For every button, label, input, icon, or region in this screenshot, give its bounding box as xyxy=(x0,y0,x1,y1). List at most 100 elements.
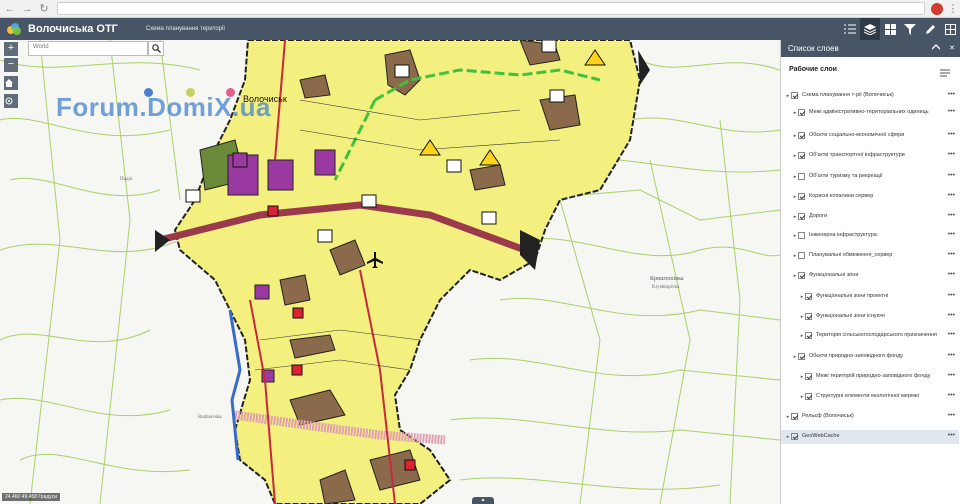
measure-icon xyxy=(944,23,956,35)
collapse-panel-icon[interactable] xyxy=(928,40,944,57)
legend-button[interactable] xyxy=(840,18,860,40)
zoom-out-button[interactable]: − xyxy=(4,58,18,72)
widget-toolbar xyxy=(840,18,960,40)
layer-label: GeoWebCache xyxy=(802,433,840,439)
layer-more-icon[interactable]: ••• xyxy=(941,271,955,278)
address-bar[interactable] xyxy=(56,2,926,15)
layer-visibility-checkbox[interactable] xyxy=(798,152,805,159)
layer-more-icon[interactable]: ••• xyxy=(941,251,955,258)
watermark-dot xyxy=(144,88,153,97)
layer-row[interactable]: ▸ Об'єкти транспортної інфраструктури ••• xyxy=(781,149,959,163)
layer-more-icon[interactable]: ••• xyxy=(941,212,955,219)
layer-more-icon[interactable]: ••• xyxy=(941,108,955,115)
layer-row[interactable]: ▸ GeoWebCache ••• xyxy=(781,430,959,444)
layer-row[interactable]: ▸ Функціональні зони ••• xyxy=(781,269,959,283)
layer-more-icon[interactable]: ••• xyxy=(941,412,955,419)
layer-row[interactable]: ▸ Структурні елементи екологічної мережі •… xyxy=(781,390,959,404)
layer-label: Обєкти соціально-економічної сфери xyxy=(809,132,905,138)
layer-visibility-checkbox[interactable] xyxy=(791,413,798,420)
layer-visibility-checkbox[interactable] xyxy=(798,132,805,139)
layers-icon xyxy=(864,23,876,35)
layer-more-icon[interactable]: ••• xyxy=(941,172,955,179)
home-icon xyxy=(5,79,13,87)
layer-label: Межі адміністративно-територіальних один… xyxy=(809,109,929,115)
back-icon[interactable]: ← xyxy=(3,2,17,16)
layer-row[interactable]: ▸ Інженерна інфраструктура ••• xyxy=(781,229,959,243)
layer-more-icon[interactable]: ••• xyxy=(941,292,955,299)
layer-more-icon[interactable]: ••• xyxy=(941,192,955,199)
layer-visibility-checkbox[interactable] xyxy=(805,293,812,300)
layer-visibility-checkbox[interactable] xyxy=(798,353,805,360)
layer-row[interactable]: ▸ Межі адміністративно-територіальних оди… xyxy=(781,106,959,120)
layer-visibility-checkbox[interactable] xyxy=(798,272,805,279)
layer-label: Межі територій природно-заповідного фонд… xyxy=(816,373,931,379)
layer-label: Корисні копалини сервер xyxy=(809,193,874,199)
layer-row[interactable]: ▸ Межі територій природно-заповідного фон… xyxy=(781,370,959,384)
draw-button[interactable] xyxy=(920,18,940,40)
browser-menu-icon[interactable]: ⋮ xyxy=(946,2,960,16)
search-button[interactable] xyxy=(148,41,164,56)
layer-row[interactable]: ▸ Планувальні обмеження_сервер ••• xyxy=(781,249,959,263)
layer-more-icon[interactable]: ••• xyxy=(941,231,955,238)
layer-more-icon[interactable]: ••• xyxy=(941,91,955,98)
layer-label: Структурні елементи екологічної мережі xyxy=(816,393,919,399)
filter-button[interactable] xyxy=(900,18,920,40)
layer-visibility-checkbox[interactable] xyxy=(805,313,812,320)
label-podil: Поділ xyxy=(120,177,133,182)
layer-row[interactable]: ▸ Схема планування т-рії (Волочиськ) ••• xyxy=(781,89,959,103)
measure-button[interactable] xyxy=(940,18,960,40)
layer-visibility-checkbox[interactable] xyxy=(798,109,805,116)
layer-options-icon[interactable] xyxy=(940,65,950,83)
layer-row[interactable]: ▸ Функціональні зони проектні ••• xyxy=(781,290,959,304)
layer-label: Функціональні зони існуючі xyxy=(816,313,885,319)
layer-list-button[interactable] xyxy=(860,18,880,40)
home-button[interactable] xyxy=(4,76,18,90)
layer-more-icon[interactable]: ••• xyxy=(941,331,955,338)
layer-more-icon[interactable]: ••• xyxy=(941,392,955,399)
layer-visibility-checkbox[interactable] xyxy=(805,373,812,380)
layer-label: Функціональні зони xyxy=(809,272,859,278)
layer-row[interactable]: ▸ Рельєф (Волочиськ) ••• xyxy=(781,410,959,424)
layer-more-icon[interactable]: ••• xyxy=(941,352,955,359)
layer-row[interactable]: ▸ Обєкти природно-заповідного фонду ••• xyxy=(781,350,959,364)
layer-visibility-checkbox[interactable] xyxy=(805,393,812,400)
layer-row[interactable]: ▸ Об'єкти туризму та рекреації ••• xyxy=(781,170,959,184)
layer-visibility-checkbox[interactable] xyxy=(791,92,798,99)
attribute-table-toggle[interactable]: ▲ xyxy=(472,497,494,504)
zoom-in-button[interactable]: + xyxy=(4,42,18,56)
layer-visibility-checkbox[interactable] xyxy=(791,433,798,440)
layer-row[interactable]: ▸ Територія сільськогосподарського призна… xyxy=(781,329,959,343)
layer-label: Функціональні зони проектні xyxy=(816,293,889,299)
layer-visibility-checkbox[interactable] xyxy=(798,193,805,200)
reload-icon[interactable]: ↻ xyxy=(37,2,51,16)
close-panel-icon[interactable]: ✕ xyxy=(944,40,960,57)
layer-row[interactable]: ▸ Корисні копалини сервер ••• xyxy=(781,190,959,204)
layer-more-icon[interactable]: ••• xyxy=(941,151,955,158)
map-view[interactable]: Волочиськ Криштопівка Kryshtopivka Поділ… xyxy=(0,40,780,504)
layer-row[interactable]: ▸ Функціональні зони існуючі ••• xyxy=(781,310,959,324)
layer-more-icon[interactable]: ••• xyxy=(941,372,955,379)
extension-icon[interactable] xyxy=(931,2,944,15)
label-kryshtopivka-en: Kryshtopivka xyxy=(652,285,680,290)
layer-visibility-checkbox[interactable] xyxy=(798,213,805,220)
layer-row[interactable]: ▸ Обєкти соціально-економічної сфери ••• xyxy=(781,129,959,143)
forward-icon[interactable]: → xyxy=(20,2,34,16)
filter-icon xyxy=(904,23,916,35)
layer-visibility-checkbox[interactable] xyxy=(798,252,805,259)
panel-title: Список слоев xyxy=(788,44,839,53)
basemap-gallery-button[interactable] xyxy=(880,18,900,40)
layer-more-icon[interactable]: ••• xyxy=(941,131,955,138)
layer-label: Територія сільськогосподарського признач… xyxy=(816,332,937,338)
layer-label: Інженерна інфраструктура xyxy=(809,232,877,238)
layer-label: Обєкти природно-заповідного фонду xyxy=(809,353,904,359)
layer-more-icon[interactable]: ••• xyxy=(941,312,955,319)
search-input[interactable]: World xyxy=(28,41,148,56)
layer-label: Рельєф (Волочиськ) xyxy=(802,413,854,419)
locate-button[interactable] xyxy=(4,94,18,108)
layer-label: Об'єкти транспортної інфраструктури xyxy=(809,152,905,158)
layer-visibility-checkbox[interactable] xyxy=(798,232,805,239)
layer-visibility-checkbox[interactable] xyxy=(805,332,812,339)
layer-row[interactable]: ▸ Дороги ••• xyxy=(781,210,959,224)
layer-visibility-checkbox[interactable] xyxy=(798,173,805,180)
layer-more-icon[interactable]: ••• xyxy=(941,432,955,439)
